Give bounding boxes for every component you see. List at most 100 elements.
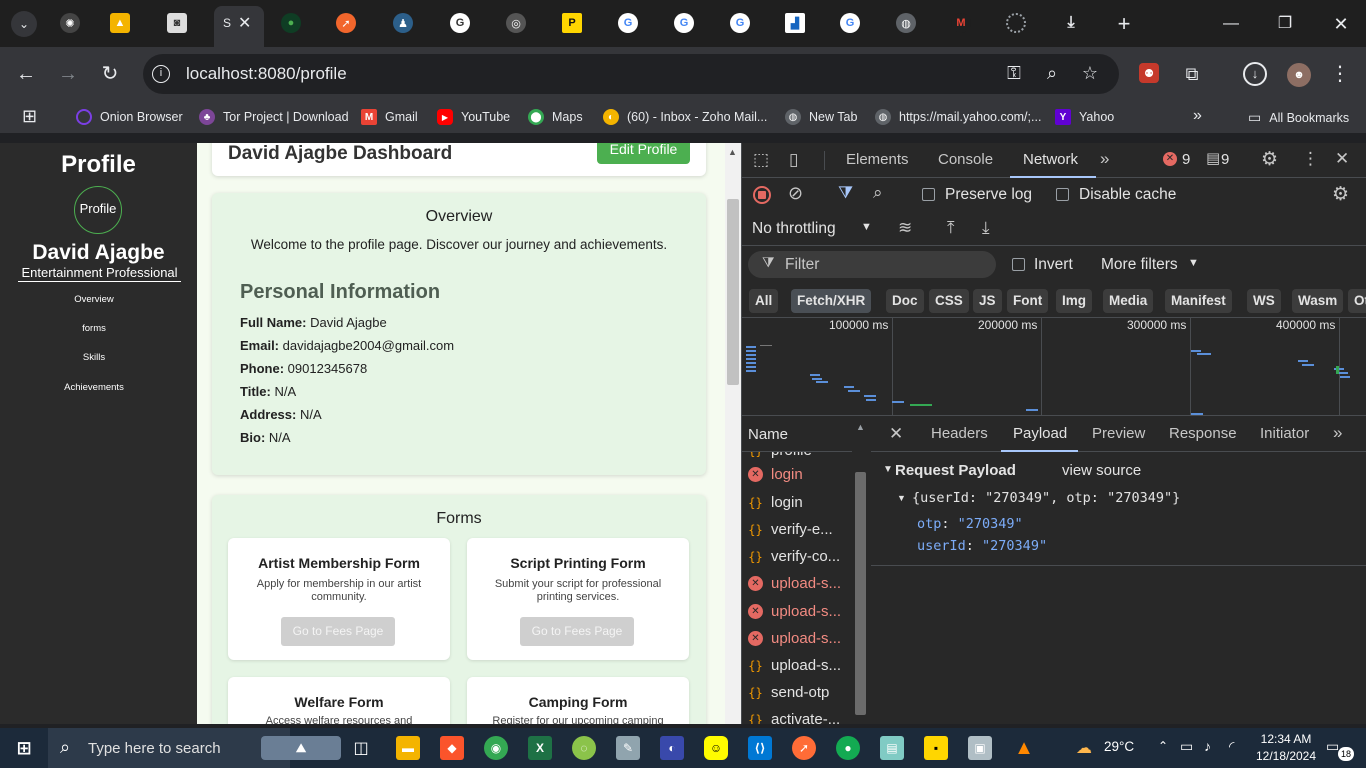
- new-tab-button[interactable]: +: [1112, 12, 1136, 36]
- restore-button[interactable]: ❐: [1273, 12, 1297, 36]
- chrome-tab-icon[interactable]: ◎: [506, 13, 526, 33]
- close-window-button[interactable]: ✕: [1329, 12, 1353, 36]
- sidebar-link-skills[interactable]: Skills: [0, 352, 188, 363]
- snapchat-icon[interactable]: ☺: [704, 736, 728, 760]
- payload-section-title[interactable]: Request Payload: [895, 462, 1016, 479]
- view-source-link[interactable]: view source: [1062, 462, 1141, 479]
- gmail-tab-icon[interactable]: M: [951, 13, 971, 33]
- type-filter-fetch-xhr[interactable]: Fetch/XHR: [791, 289, 872, 313]
- google-tab-icon-2[interactable]: G: [618, 13, 638, 33]
- extensions-puzzle-icon[interactable]: ⧉: [1180, 62, 1204, 86]
- request-row[interactable]: {} login: [748, 494, 852, 511]
- kebab-menu-icon[interactable]: ⋮: [1302, 149, 1319, 169]
- vscode-icon[interactable]: ⟨⟩: [748, 736, 772, 760]
- request-row[interactable]: {} verify-e...: [748, 521, 852, 538]
- request-scroll-thumb[interactable]: [855, 472, 866, 715]
- request-row[interactable]: ✕ upload-s...: [748, 603, 852, 620]
- reload-button[interactable]: ↻: [98, 62, 122, 86]
- type-filter-font[interactable]: Font: [1007, 289, 1049, 313]
- type-filter-wasm[interactable]: Wasm: [1292, 289, 1344, 313]
- notepad-icon[interactable]: ▤: [880, 736, 904, 760]
- request-row[interactable]: {} send-otp: [748, 684, 852, 701]
- show-hidden-icons[interactable]: ⌃: [1158, 739, 1168, 753]
- settings-gear-icon[interactable]: ⚙: [1261, 148, 1278, 171]
- brave-icon[interactable]: ◆: [440, 736, 464, 760]
- google-tab-icon-3[interactable]: G: [674, 13, 694, 33]
- page-tab-icon[interactable]: ◙: [167, 13, 187, 33]
- chrome-icon[interactable]: ◉: [484, 736, 508, 760]
- minimize-button[interactable]: —: [1219, 12, 1243, 36]
- type-filter-manifest[interactable]: Manifest: [1165, 289, 1232, 313]
- chrome-menu-icon[interactable]: ⋮: [1328, 62, 1352, 86]
- mongodb-tab-icon[interactable]: ●: [281, 13, 301, 33]
- app-icon[interactable]: ◌: [572, 736, 596, 760]
- request-row[interactable]: {} activate-...: [748, 711, 852, 724]
- error-icon[interactable]: ✕: [1163, 152, 1177, 166]
- loading-tab-icon[interactable]: [1006, 13, 1026, 33]
- eclipse-icon[interactable]: ◐: [660, 736, 684, 760]
- type-filter-other[interactable]: Ot: [1348, 289, 1366, 313]
- details-tab-preview[interactable]: Preview: [1092, 425, 1145, 442]
- import-har-icon[interactable]: ⤒: [947, 218, 955, 238]
- details-tab-response[interactable]: Response: [1169, 425, 1237, 442]
- bookmark-yahoo[interactable]: Y Yahoo: [1055, 109, 1114, 125]
- message-icon[interactable]: ▤: [1206, 149, 1220, 167]
- network-settings-icon[interactable]: ⚙: [1332, 183, 1349, 206]
- windows-start-icon[interactable]: ⊞: [12, 736, 36, 760]
- type-filter-doc[interactable]: Doc: [886, 289, 924, 313]
- throttling-select[interactable]: No throttling: [752, 220, 836, 238]
- more-tabs-icon[interactable]: »: [1100, 149, 1109, 169]
- tab-network[interactable]: Network: [1023, 151, 1078, 168]
- chevron-down-icon[interactable]: ▼: [861, 221, 872, 233]
- more-filters-chevron-icon[interactable]: ▼: [1188, 257, 1199, 269]
- request-list-scrollbar[interactable]: ▲: [852, 416, 870, 724]
- site-info-icon[interactable]: i: [152, 65, 170, 83]
- details-tab-headers[interactable]: Headers: [931, 425, 988, 442]
- globe-tab-icon[interactable]: ◍: [896, 13, 916, 33]
- back-button[interactable]: ←: [14, 62, 38, 86]
- tab-console[interactable]: Console: [938, 151, 993, 168]
- invert-checkbox[interactable]: [1012, 258, 1025, 271]
- type-filter-all[interactable]: All: [749, 289, 779, 313]
- bookmark-star-icon[interactable]: ☆: [1079, 63, 1101, 84]
- type-filter-img[interactable]: Img: [1056, 289, 1093, 313]
- all-bookmarks[interactable]: ▭ All Bookmarks: [1248, 109, 1349, 126]
- page-scroll-thumb[interactable]: [727, 199, 739, 385]
- details-tab-payload[interactable]: Payload: [1013, 425, 1067, 442]
- url-text[interactable]: localhost:8080/profile: [186, 64, 347, 84]
- paint-icon[interactable]: ✎: [616, 736, 640, 760]
- error-count[interactable]: 9: [1182, 151, 1190, 168]
- chart-tab-icon[interactable]: ▟: [785, 13, 805, 33]
- weather-icon[interactable]: ☁: [1072, 736, 1096, 760]
- close-tab-icon[interactable]: ✕: [238, 13, 251, 33]
- address-bar[interactable]: i localhost:8080/profile ⚿ ⌕ ☆: [143, 54, 1119, 94]
- app-tab-icon[interactable]: ♟: [393, 13, 413, 33]
- go-to-fees-button[interactable]: Go to Fees Page: [281, 617, 395, 646]
- bookmark-youtube[interactable]: ▶ YouTube: [437, 109, 510, 125]
- tab-search-button[interactable]: ⌄: [11, 11, 37, 37]
- expand-triangle-icon[interactable]: ▼: [897, 493, 906, 503]
- weather-temp[interactable]: 29°C: [1104, 739, 1134, 754]
- clear-icon[interactable]: ⊘: [788, 183, 803, 204]
- more-detail-tabs-icon[interactable]: »: [1333, 423, 1342, 443]
- extension-icon[interactable]: ⚉: [1139, 63, 1159, 83]
- clock-date[interactable]: 12/18/2024: [1254, 749, 1318, 763]
- task-view-icon[interactable]: ◫: [349, 736, 373, 760]
- type-filter-ws[interactable]: WS: [1247, 289, 1281, 313]
- taskbar-search[interactable]: ⌕ Type here to search: [48, 728, 290, 768]
- excel-icon[interactable]: X: [528, 736, 552, 760]
- remote-desktop-icon[interactable]: ▣: [968, 736, 992, 760]
- network-conditions-icon[interactable]: ≋: [898, 218, 912, 238]
- device-toolbar-icon[interactable]: ▯: [789, 150, 798, 170]
- type-filter-js[interactable]: JS: [973, 289, 1002, 313]
- preserve-log-checkbox[interactable]: [922, 188, 935, 201]
- apps-grid-icon[interactable]: ⊞: [22, 106, 37, 127]
- close-devtools-icon[interactable]: ✕: [1335, 149, 1349, 169]
- request-row[interactable]: {} verify-co...: [748, 548, 852, 565]
- bookmark-maps[interactable]: ⬤ Maps: [528, 109, 583, 125]
- scroll-up-icon[interactable]: ▲: [856, 422, 865, 432]
- downloads-icon[interactable]: ↓: [1243, 62, 1267, 86]
- details-tab-initiator[interactable]: Initiator: [1260, 425, 1309, 442]
- more-bookmarks-icon[interactable]: »: [1193, 107, 1202, 125]
- network-tray-icon[interactable]: ▭: [1180, 738, 1193, 755]
